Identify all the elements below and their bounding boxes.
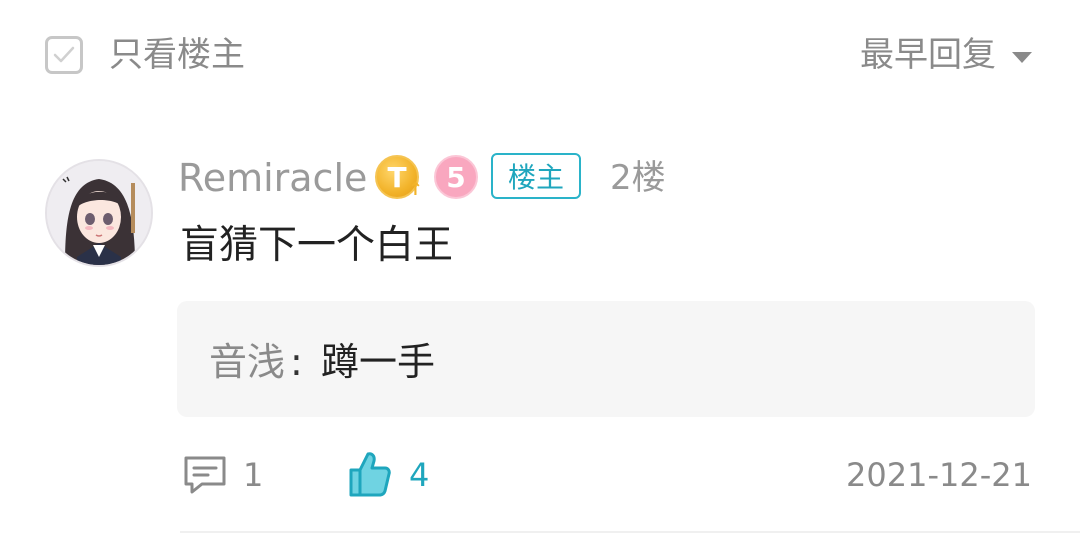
username[interactable]: Remiracle xyxy=(178,155,367,201)
comment-count[interactable]: 1 xyxy=(243,455,263,495)
thumbs-up-icon[interactable] xyxy=(348,450,392,502)
avatar[interactable] xyxy=(45,159,153,267)
level-badge-icon: T ↑ xyxy=(375,155,423,200)
post-content: 盲猜下一个白王 xyxy=(180,223,454,268)
floor-number: 2楼 xyxy=(610,158,666,198)
level-badge-text: T xyxy=(387,160,407,194)
rank-badge-icon: 5 xyxy=(434,155,478,199)
like-count[interactable]: 4 xyxy=(409,455,429,495)
chevron-down-icon[interactable] xyxy=(1012,52,1032,63)
sort-dropdown[interactable]: 最早回复 xyxy=(860,34,996,76)
avatar-image xyxy=(47,161,151,265)
post-thread-view: 只看楼主 最早回复 Remiracle T ↑ 5 楼主 2楼 盲猜下一个白王 xyxy=(0,0,1080,539)
reply-text: 蹲一手 xyxy=(321,340,436,384)
only-op-label[interactable]: 只看楼主 xyxy=(109,34,245,76)
level-up-arrow-icon: ↑ xyxy=(407,179,423,200)
sub-reply-box[interactable]: 音浅 : 蹲一手 xyxy=(177,301,1035,417)
rank-badge-text: 5 xyxy=(446,160,466,194)
reply-author[interactable]: 音浅 xyxy=(209,339,285,385)
comment-icon[interactable] xyxy=(182,454,228,500)
divider xyxy=(180,531,1080,533)
only-op-checkbox[interactable] xyxy=(45,36,83,74)
post-date: 2021-12-21 xyxy=(846,456,1032,494)
check-icon xyxy=(53,46,75,63)
op-tag: 楼主 xyxy=(491,153,581,199)
reply-separator: : xyxy=(290,340,303,384)
